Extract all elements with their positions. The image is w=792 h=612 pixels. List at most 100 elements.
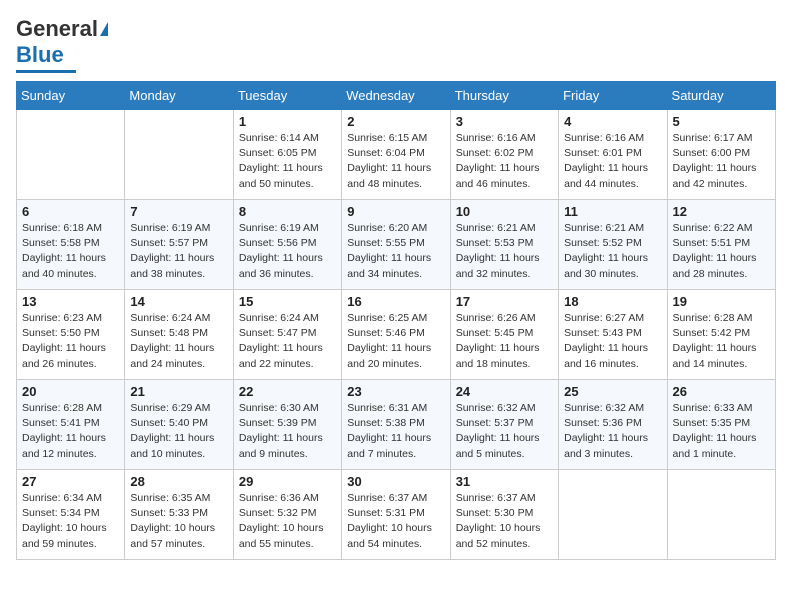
day-number: 7 xyxy=(130,204,227,219)
calendar-cell: 10 Sunrise: 6:21 AM Sunset: 5:53 PM Dayl… xyxy=(450,200,558,290)
day-number: 27 xyxy=(22,474,119,489)
day-sunset: Sunset: 5:42 PM xyxy=(673,327,751,339)
calendar-cell: 15 Sunrise: 6:24 AM Sunset: 5:47 PM Dayl… xyxy=(233,290,341,380)
logo-triangle-icon xyxy=(100,22,108,36)
calendar-cell xyxy=(17,110,125,200)
day-sunrise: Sunrise: 6:28 AM xyxy=(673,312,753,324)
day-number: 23 xyxy=(347,384,444,399)
calendar-cell: 14 Sunrise: 6:24 AM Sunset: 5:48 PM Dayl… xyxy=(125,290,233,380)
day-sunset: Sunset: 5:43 PM xyxy=(564,327,642,339)
day-sunrise: Sunrise: 6:16 AM xyxy=(456,132,536,144)
day-number: 22 xyxy=(239,384,336,399)
weekday-header: Wednesday xyxy=(342,82,450,110)
calendar-cell: 12 Sunrise: 6:22 AM Sunset: 5:51 PM Dayl… xyxy=(667,200,775,290)
day-number: 2 xyxy=(347,114,444,129)
calendar-cell: 23 Sunrise: 6:31 AM Sunset: 5:38 PM Dayl… xyxy=(342,380,450,470)
calendar-cell: 4 Sunrise: 6:16 AM Sunset: 6:01 PM Dayli… xyxy=(559,110,667,200)
day-number: 11 xyxy=(564,204,661,219)
day-sunset: Sunset: 5:31 PM xyxy=(347,507,425,519)
day-sunrise: Sunrise: 6:18 AM xyxy=(22,222,102,234)
logo: General Blue xyxy=(16,16,108,73)
day-number: 25 xyxy=(564,384,661,399)
logo-text-general: General xyxy=(16,16,98,42)
day-daylight: Daylight: 11 hours and 1 minute. xyxy=(673,432,757,459)
calendar-cell: 18 Sunrise: 6:27 AM Sunset: 5:43 PM Dayl… xyxy=(559,290,667,380)
day-sunset: Sunset: 5:37 PM xyxy=(456,417,534,429)
day-number: 24 xyxy=(456,384,553,399)
day-sunrise: Sunrise: 6:23 AM xyxy=(22,312,102,324)
day-number: 29 xyxy=(239,474,336,489)
calendar-week-row: 1 Sunrise: 6:14 AM Sunset: 6:05 PM Dayli… xyxy=(17,110,776,200)
calendar-cell: 8 Sunrise: 6:19 AM Sunset: 5:56 PM Dayli… xyxy=(233,200,341,290)
calendar-week-row: 20 Sunrise: 6:28 AM Sunset: 5:41 PM Dayl… xyxy=(17,380,776,470)
day-daylight: Daylight: 11 hours and 10 minutes. xyxy=(130,432,214,459)
calendar-cell: 29 Sunrise: 6:36 AM Sunset: 5:32 PM Dayl… xyxy=(233,470,341,560)
day-sunset: Sunset: 5:58 PM xyxy=(22,237,100,249)
day-sunset: Sunset: 6:01 PM xyxy=(564,147,642,159)
day-daylight: Daylight: 11 hours and 24 minutes. xyxy=(130,342,214,369)
day-number: 21 xyxy=(130,384,227,399)
day-daylight: Daylight: 11 hours and 22 minutes. xyxy=(239,342,323,369)
day-sunrise: Sunrise: 6:17 AM xyxy=(673,132,753,144)
day-daylight: Daylight: 11 hours and 38 minutes. xyxy=(130,252,214,279)
day-number: 9 xyxy=(347,204,444,219)
calendar-cell xyxy=(667,470,775,560)
day-sunrise: Sunrise: 6:21 AM xyxy=(564,222,644,234)
weekday-header: Sunday xyxy=(17,82,125,110)
day-sunrise: Sunrise: 6:36 AM xyxy=(239,492,319,504)
day-daylight: Daylight: 11 hours and 28 minutes. xyxy=(673,252,757,279)
calendar-cell: 24 Sunrise: 6:32 AM Sunset: 5:37 PM Dayl… xyxy=(450,380,558,470)
calendar-cell: 7 Sunrise: 6:19 AM Sunset: 5:57 PM Dayli… xyxy=(125,200,233,290)
day-daylight: Daylight: 11 hours and 40 minutes. xyxy=(22,252,106,279)
day-daylight: Daylight: 11 hours and 18 minutes. xyxy=(456,342,540,369)
day-sunset: Sunset: 5:53 PM xyxy=(456,237,534,249)
logo-text-blue: Blue xyxy=(16,42,64,68)
day-number: 19 xyxy=(673,294,770,309)
day-sunset: Sunset: 5:30 PM xyxy=(456,507,534,519)
calendar-cell: 13 Sunrise: 6:23 AM Sunset: 5:50 PM Dayl… xyxy=(17,290,125,380)
weekday-header: Monday xyxy=(125,82,233,110)
day-number: 6 xyxy=(22,204,119,219)
day-daylight: Daylight: 10 hours and 54 minutes. xyxy=(347,522,432,549)
day-sunset: Sunset: 5:56 PM xyxy=(239,237,317,249)
calendar-cell: 20 Sunrise: 6:28 AM Sunset: 5:41 PM Dayl… xyxy=(17,380,125,470)
day-sunset: Sunset: 5:48 PM xyxy=(130,327,208,339)
day-daylight: Daylight: 11 hours and 12 minutes. xyxy=(22,432,106,459)
day-daylight: Daylight: 11 hours and 30 minutes. xyxy=(564,252,648,279)
day-sunrise: Sunrise: 6:26 AM xyxy=(456,312,536,324)
day-daylight: Daylight: 11 hours and 44 minutes. xyxy=(564,162,648,189)
calendar-cell: 3 Sunrise: 6:16 AM Sunset: 6:02 PM Dayli… xyxy=(450,110,558,200)
calendar-cell: 19 Sunrise: 6:28 AM Sunset: 5:42 PM Dayl… xyxy=(667,290,775,380)
weekday-header: Thursday xyxy=(450,82,558,110)
day-number: 16 xyxy=(347,294,444,309)
day-sunrise: Sunrise: 6:21 AM xyxy=(456,222,536,234)
day-sunset: Sunset: 5:34 PM xyxy=(22,507,100,519)
day-number: 26 xyxy=(673,384,770,399)
day-number: 3 xyxy=(456,114,553,129)
day-sunset: Sunset: 6:04 PM xyxy=(347,147,425,159)
calendar-table: SundayMondayTuesdayWednesdayThursdayFrid… xyxy=(16,81,776,560)
day-sunrise: Sunrise: 6:27 AM xyxy=(564,312,644,324)
calendar-cell: 1 Sunrise: 6:14 AM Sunset: 6:05 PM Dayli… xyxy=(233,110,341,200)
day-sunset: Sunset: 5:41 PM xyxy=(22,417,100,429)
day-daylight: Daylight: 11 hours and 50 minutes. xyxy=(239,162,323,189)
calendar-week-row: 13 Sunrise: 6:23 AM Sunset: 5:50 PM Dayl… xyxy=(17,290,776,380)
day-sunrise: Sunrise: 6:32 AM xyxy=(456,402,536,414)
day-sunrise: Sunrise: 6:32 AM xyxy=(564,402,644,414)
day-sunrise: Sunrise: 6:29 AM xyxy=(130,402,210,414)
page-header: General Blue xyxy=(16,16,776,73)
day-number: 5 xyxy=(673,114,770,129)
calendar-cell: 31 Sunrise: 6:37 AM Sunset: 5:30 PM Dayl… xyxy=(450,470,558,560)
day-sunset: Sunset: 5:45 PM xyxy=(456,327,534,339)
calendar-cell: 2 Sunrise: 6:15 AM Sunset: 6:04 PM Dayli… xyxy=(342,110,450,200)
calendar-cell: 21 Sunrise: 6:29 AM Sunset: 5:40 PM Dayl… xyxy=(125,380,233,470)
calendar-cell: 28 Sunrise: 6:35 AM Sunset: 5:33 PM Dayl… xyxy=(125,470,233,560)
weekday-header: Friday xyxy=(559,82,667,110)
day-sunset: Sunset: 6:05 PM xyxy=(239,147,317,159)
day-daylight: Daylight: 11 hours and 14 minutes. xyxy=(673,342,757,369)
day-sunset: Sunset: 5:51 PM xyxy=(673,237,751,249)
day-daylight: Daylight: 11 hours and 42 minutes. xyxy=(673,162,757,189)
day-number: 13 xyxy=(22,294,119,309)
calendar-cell: 6 Sunrise: 6:18 AM Sunset: 5:58 PM Dayli… xyxy=(17,200,125,290)
day-sunrise: Sunrise: 6:19 AM xyxy=(239,222,319,234)
